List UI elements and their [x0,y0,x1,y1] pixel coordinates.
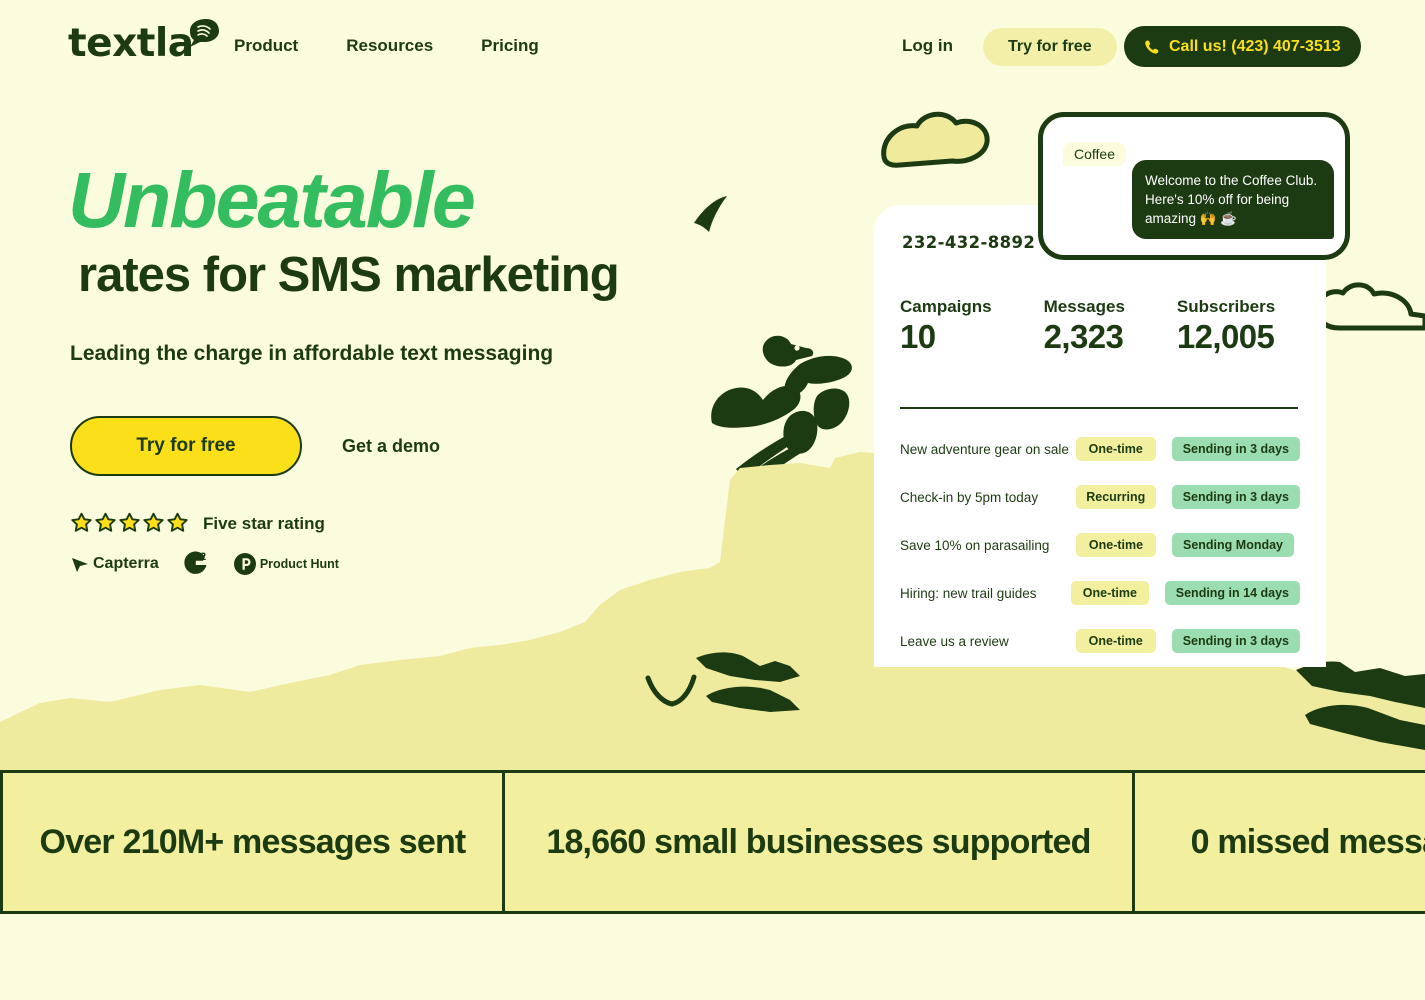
stat-subscribers: Subscribers 12,005 [1177,297,1275,355]
hero-headline-emphasis: Unbeatable [68,155,476,244]
campaign-title: New adventure gear on sale [900,441,1069,457]
g2-badge[interactable]: 2 [181,549,211,579]
ratings-block: Five star rating Capterra 2 Product Hunt [70,512,339,579]
site-header: textla Product Resources Pricing Log in … [0,0,1425,92]
campaign-row[interactable]: Check-in by 5pm today Recurring Sending … [900,473,1300,521]
nav-item-product[interactable]: Product [234,34,298,58]
speech-bubble-icon [189,19,219,47]
campaign-status-badge: Sending in 3 days [1171,485,1300,509]
stat-cell: 0 missed messages [1135,773,1425,911]
stat-messages: Messages 2,323 [1044,297,1125,355]
call-us-label: Call us! (423) 407-3513 [1169,37,1341,55]
chat-preview-card: Coffee Welcome to the Coffee Club. Here'… [1038,112,1350,260]
dashboard-card: 232-432-8892 Campaigns 10 Messages 2,323… [874,205,1326,667]
stat-value: 2,323 [1043,318,1124,355]
stat-value: 10 [900,318,936,355]
campaign-type-badge: Recurring [1075,485,1156,509]
campaign-type-badge: One-time [1075,437,1156,461]
nav-item-resources[interactable]: Resources [346,34,433,58]
landing-page: textla Product Resources Pricing Log in … [0,0,1425,1000]
hero-cta-row: Try for free Get a demo [70,416,440,476]
star-rating [70,512,189,535]
stat-cell: 18,660 small businesses supported [505,773,1135,911]
bird-icon [694,196,727,232]
cloud-filled-icon [881,111,990,168]
campaign-status-badge: Sending in 3 days [1171,437,1300,461]
cloud-small-icon [752,689,823,720]
campaign-row[interactable]: Save 10% on parasailing One-time Sending… [900,521,1300,569]
hero-copy: Unbeatable rates for SMS marketing Leadi… [68,155,620,366]
star-icon [167,512,188,532]
main-nav: Product Resources Pricing [234,34,539,58]
review-badges-row: Capterra 2 Product Hunt [70,549,339,579]
dashboard-stats-row: Campaigns 10 Messages 2,323 Subscribers … [900,297,1275,355]
capterra-label: Capterra [93,555,159,572]
get-a-demo-button[interactable]: Get a demo [342,436,440,457]
rating-text: Five star rating [203,513,325,533]
skier-icon [711,335,852,491]
hero-subheadline: Leading the charge in affordable text me… [70,342,554,366]
campaign-status-badge: Sending in 3 days [1171,629,1300,653]
svg-text:2: 2 [200,551,206,563]
capterra-badge[interactable]: Capterra [70,554,159,574]
nav-item-pricing[interactable]: Pricing [481,34,539,58]
star-icon [71,512,92,532]
call-us-button[interactable]: Call us! (423) 407-3513 [1124,26,1361,67]
nav-try-for-free-button[interactable]: Try for free [983,28,1117,66]
campaign-title: Check-in by 5pm today [900,489,1039,505]
star-rating-row: Five star rating [70,512,339,535]
login-link[interactable]: Log in [902,34,953,58]
try-for-free-button[interactable]: Try for free [70,416,302,476]
campaign-title: Leave us a review [900,633,1009,649]
campaign-type-badge: One-time [1071,581,1149,605]
product-hunt-label: Product Hunt [259,557,339,571]
campaign-row[interactable]: New adventure gear on sale One-time Send… [900,425,1300,473]
stats-marquee-banner: Over 210M+ messages sent 18,660 small bu… [0,770,1425,914]
chat-contact-label: Coffee [1063,142,1126,166]
star-icon [95,512,116,532]
chat-message-bubble: Welcome to the Coffee Club. Here's 10% o… [1132,160,1334,240]
dashboard-divider [900,407,1298,409]
cloud-outline-icon [1315,282,1425,331]
product-hunt-badge[interactable]: Product Hunt [233,552,339,576]
capterra-icon [72,558,88,572]
campaign-type-badge: One-time [1075,629,1156,653]
dashboard-phone-number: 232-432-8892 [902,233,1036,252]
g2-icon: 2 [184,551,207,574]
phone-icon [1145,40,1159,54]
stat-label: Messages [1043,297,1125,316]
product-hunt-icon [233,553,256,575]
hero-headline-rest: rates for SMS marketing [78,247,620,302]
campaign-status-badge: Sending in 14 days [1164,581,1300,605]
stat-cell: Over 210M+ messages sent [3,773,505,911]
stat-campaigns: Campaigns 10 [900,297,992,355]
campaign-title: Save 10% on parasailing [900,537,1050,553]
logo-text: textla [68,21,194,66]
campaign-row[interactable]: Hiring: new trail guides One-time Sendin… [900,569,1300,617]
stat-label: Campaigns [900,297,992,316]
star-icon [143,512,164,532]
campaign-type-badge: One-time [1076,533,1156,557]
campaign-row[interactable]: Leave us a review One-time Sending in 3 … [900,617,1300,665]
star-icon [119,512,140,532]
campaign-list: New adventure gear on sale One-time Send… [900,425,1300,665]
stat-value: 12,005 [1176,318,1275,355]
logo[interactable]: textla [68,19,219,66]
stat-label: Subscribers [1176,297,1276,316]
campaign-status-badge: Sending Monday [1172,533,1294,557]
campaign-title: Hiring: new trail guides [900,585,1037,601]
